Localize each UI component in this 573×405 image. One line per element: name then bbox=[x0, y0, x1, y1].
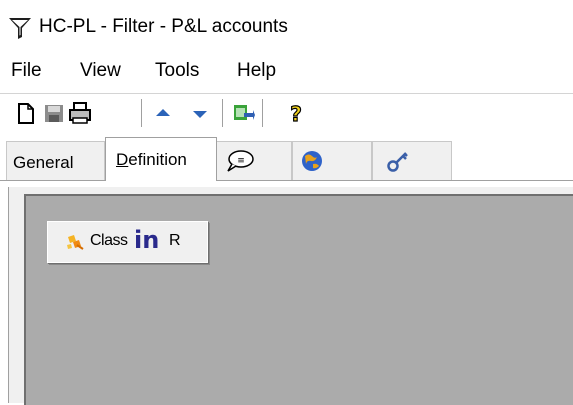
tab-comments[interactable]: ≡ bbox=[216, 141, 292, 181]
export-icon[interactable] bbox=[231, 100, 255, 126]
save-icon[interactable] bbox=[42, 100, 66, 126]
print-icon[interactable] bbox=[68, 100, 92, 126]
svg-text:?: ? bbox=[290, 102, 302, 126]
window-title: HC-PL - Filter - P&L accounts bbox=[39, 16, 288, 37]
key-icon bbox=[387, 152, 408, 172]
menu-bar: File View Tools Help bbox=[0, 55, 573, 89]
toolbar-separator bbox=[141, 99, 142, 127]
class-in-condition-button[interactable]: Class in R bbox=[47, 221, 208, 263]
svg-text:≡: ≡ bbox=[237, 156, 245, 166]
menu-tools[interactable]: Tools bbox=[155, 60, 199, 82]
tab-definition-label: Definition bbox=[116, 150, 187, 169]
tab-globe[interactable] bbox=[292, 141, 372, 181]
globe-icon bbox=[302, 151, 322, 171]
move-up-icon[interactable] bbox=[151, 100, 175, 126]
toolbar-separator bbox=[262, 99, 263, 127]
tab-general-label: General bbox=[13, 153, 74, 172]
filter-funnel-icon bbox=[9, 18, 31, 39]
title-bar: HC-PL - Filter - P&L accounts bbox=[0, 0, 573, 52]
menu-file[interactable]: File bbox=[11, 60, 42, 82]
help-icon[interactable]: ? bbox=[284, 100, 308, 126]
condition-operator: in bbox=[134, 226, 160, 254]
toolbar-separator bbox=[222, 99, 223, 127]
tab-definition[interactable]: Definition bbox=[105, 137, 217, 181]
move-down-icon[interactable] bbox=[188, 100, 212, 126]
tab-strip-baseline bbox=[0, 180, 573, 181]
condition-value: R bbox=[169, 232, 181, 249]
condition-attribute: Class bbox=[90, 232, 128, 249]
tab-security[interactable] bbox=[372, 141, 452, 181]
new-document-icon[interactable] bbox=[14, 100, 38, 126]
menu-help[interactable]: Help bbox=[237, 60, 276, 82]
tab-general[interactable]: General bbox=[6, 141, 105, 181]
menu-view[interactable]: View bbox=[80, 60, 121, 82]
toolbar: ? bbox=[0, 93, 573, 134]
comment-icon: ≡ bbox=[227, 150, 254, 172]
class-hierarchy-icon bbox=[67, 235, 84, 250]
